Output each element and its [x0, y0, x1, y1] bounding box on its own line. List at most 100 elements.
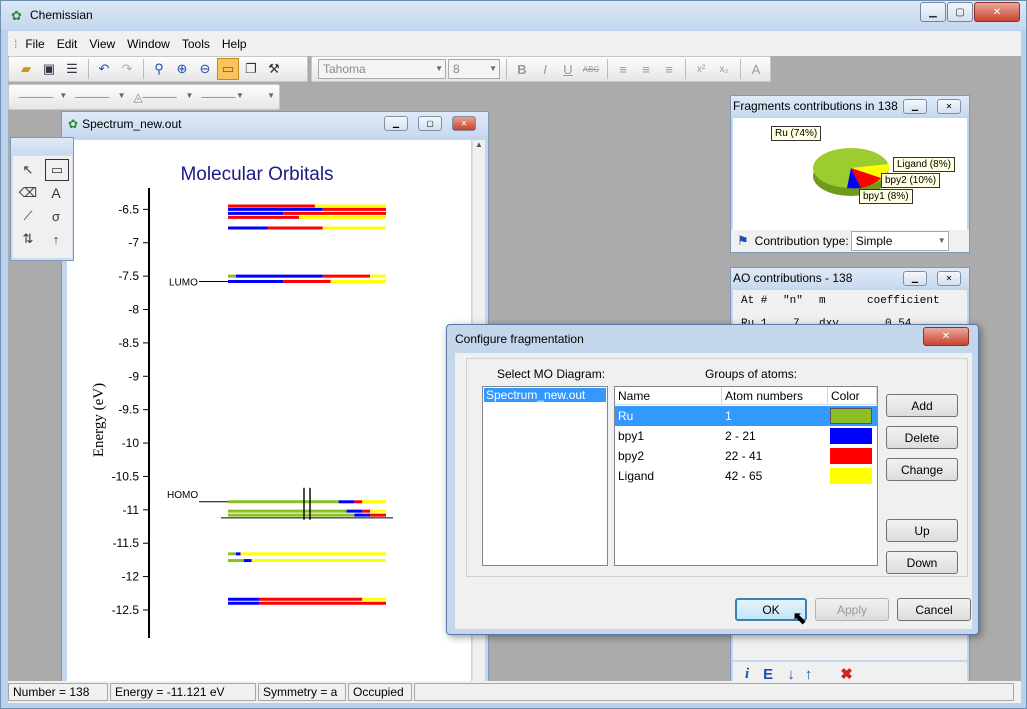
down-button[interactable]: Down — [886, 551, 958, 574]
save-icon[interactable]: ▣ — [38, 58, 60, 80]
line-tool-icon[interactable]: ⟋ — [17, 205, 39, 227]
delete-button[interactable]: Delete — [886, 426, 958, 449]
spectrum-logo-icon: ✿ — [68, 117, 79, 131]
mo-diagram: Molecular Orbitals Energy (eV) -6.5 -7 -7.5 -… — [91, 164, 393, 638]
bpy1-label: bpy1 (8%) — [859, 189, 913, 204]
color-swatch[interactable] — [830, 468, 872, 484]
chart-title: Molecular Orbitals — [180, 164, 333, 185]
maximize-button[interactable]: ▢ — [947, 2, 973, 22]
contribution-type-label: Contribution type: — [754, 234, 849, 248]
spectrum-minimize-button[interactable]: ▁ — [384, 116, 408, 131]
zoom-out-icon[interactable]: ⊖ — [194, 58, 216, 80]
menu-file[interactable]: File — [19, 37, 50, 51]
cancel-button[interactable]: Cancel — [897, 598, 971, 621]
menu-tools[interactable]: Tools — [176, 37, 216, 51]
strikethrough-icon[interactable]: ABC — [580, 58, 602, 80]
status-symmetry: Symmetry = a — [258, 683, 346, 701]
subscript-icon[interactable]: x₂ — [713, 58, 735, 80]
row-atoms: 2 - 21 — [725, 429, 756, 443]
change-button[interactable]: Change — [886, 458, 958, 481]
fragments-close-button[interactable]: ✕ — [937, 99, 961, 114]
align-right-icon[interactable]: ≡ — [658, 58, 680, 80]
redo-icon[interactable]: ↷ — [116, 58, 138, 80]
groups-table[interactable]: Name Atom numbers Color Ru 1 bpy1 2 - 21 — [614, 386, 878, 566]
fragments-window: Fragments contributions in 138 ▁ ✕ Ru (7… — [730, 95, 970, 253]
mo-canvas[interactable]: Molecular Orbitals Energy (eV) -6.5 -7 -7.5 -… — [67, 140, 471, 693]
font-value: Tahoma — [323, 62, 366, 76]
ao-close-button[interactable]: ✕ — [937, 271, 961, 286]
color-swatch[interactable] — [830, 408, 872, 424]
italic-icon[interactable]: I — [534, 58, 556, 80]
spectrum-maximize-button[interactable]: ▢ — [418, 116, 442, 131]
zoom-in-icon[interactable]: ⊕ — [171, 58, 193, 80]
spin-up-icon[interactable]: ↑ — [45, 228, 67, 250]
status-bar: Number = 138 Energy = -11.121 eV Symmetr… — [8, 681, 1021, 703]
header-color[interactable]: Color — [828, 387, 877, 405]
font-color-icon[interactable]: A — [745, 58, 767, 80]
zoom-fit-icon[interactable]: ⚲ — [148, 58, 170, 80]
table-row[interactable]: Ru 1 — [615, 406, 877, 426]
pointer-icon[interactable]: ↖ — [17, 159, 39, 181]
menu-help[interactable]: Help — [216, 37, 253, 51]
energy-icon[interactable]: E — [763, 666, 773, 683]
fragments-minimize-button[interactable]: ▁ — [903, 99, 927, 114]
font-combo[interactable]: Tahoma ▼ — [318, 59, 446, 79]
arrow-style-combo[interactable]: ──── ▼ — [71, 87, 127, 107]
sigma-icon[interactable]: σ — [45, 205, 67, 227]
bold-icon[interactable]: B — [511, 58, 533, 80]
fragment-icon[interactable]: ▭ — [217, 58, 239, 80]
pen-combo[interactable]: ◬──── ▼ — [130, 87, 196, 107]
header-atom-numbers[interactable]: Atom numbers — [722, 387, 828, 405]
dash-combo[interactable]: ──── ▼ — [197, 87, 245, 107]
minimize-button[interactable]: ▁ — [920, 2, 946, 22]
spin-pair-icon[interactable]: ⇅ — [17, 228, 39, 250]
tools-icon[interactable]: ⚒ — [263, 58, 285, 80]
up-button[interactable]: Up — [886, 519, 958, 542]
copy-icon[interactable]: ❐ — [240, 58, 262, 80]
mo-list-item[interactable]: Spectrum_new.out — [484, 388, 606, 402]
format-toolbar: Tahoma ▼ 8 ▼ B I U ABC ≡ ≡ ≡ x² x₂ A — [311, 56, 771, 82]
open-icon[interactable]: ▰ — [15, 58, 37, 80]
eraser-icon[interactable]: ⌫ — [17, 182, 39, 204]
header-name[interactable]: Name — [615, 387, 722, 405]
row-name: bpy1 — [618, 429, 645, 443]
menu-window[interactable]: Window — [121, 37, 176, 51]
move-down-icon[interactable]: ↓ — [787, 666, 795, 683]
properties-icon[interactable]: ☰ — [61, 58, 83, 80]
menu-edit[interactable]: Edit — [51, 37, 84, 51]
ao-col-coefficient: coefficient — [867, 295, 940, 307]
info-icon[interactable]: i — [745, 666, 749, 683]
ao-minimize-button[interactable]: ▁ — [903, 271, 927, 286]
ligand-label: Ligand (8%) — [893, 157, 955, 172]
close-button[interactable]: ✕ — [974, 2, 1020, 22]
spectrum-close-button[interactable]: ✕ — [452, 116, 476, 131]
text-tool-icon[interactable]: A — [45, 182, 67, 204]
menu-view[interactable]: View — [83, 37, 121, 51]
underline-icon[interactable]: U — [557, 58, 579, 80]
size-combo[interactable]: 8 ▼ — [448, 59, 500, 79]
contribution-type-combo[interactable]: Simple ▼ — [850, 231, 949, 251]
line-style-combo[interactable]: ──── ▼ — [15, 87, 69, 107]
table-row[interactable]: Ligand 42 - 65 — [615, 466, 877, 486]
apply-button[interactable]: Apply — [815, 598, 889, 621]
y-tick-label: -11 — [123, 503, 140, 517]
superscript-icon[interactable]: x² — [690, 58, 712, 80]
y-tick-label: -11.5 — [113, 536, 140, 550]
table-row[interactable]: bpy2 22 - 41 — [615, 446, 877, 466]
table-row[interactable]: bpy1 2 - 21 — [615, 426, 877, 446]
align-left-icon[interactable]: ≡ — [612, 58, 634, 80]
move-up-icon[interactable]: ↑ — [805, 666, 813, 683]
align-center-icon[interactable]: ≡ — [635, 58, 657, 80]
select-rect-icon[interactable]: ▭ — [45, 159, 69, 181]
color-swatch[interactable] — [830, 448, 872, 464]
extra-combo[interactable]: ▼ — [248, 87, 277, 107]
ru-label: Ru (74%) — [771, 126, 822, 141]
pie-area: Ru (74%) Ligand (8%) bpy2 (10%) bpy1 (8%… — [733, 118, 967, 230]
mdi-client: ⁞ File Edit View Window Tools Help ▰ ▣ ☰… — [8, 31, 1021, 702]
color-swatch[interactable] — [830, 428, 872, 444]
row-atoms: 1 — [725, 409, 732, 423]
add-button[interactable]: Add — [886, 394, 958, 417]
undo-icon[interactable]: ↶ — [93, 58, 115, 80]
dialog-close-button[interactable]: ✕ — [923, 327, 969, 346]
mo-diagram-list[interactable]: Spectrum_new.out — [482, 386, 608, 566]
